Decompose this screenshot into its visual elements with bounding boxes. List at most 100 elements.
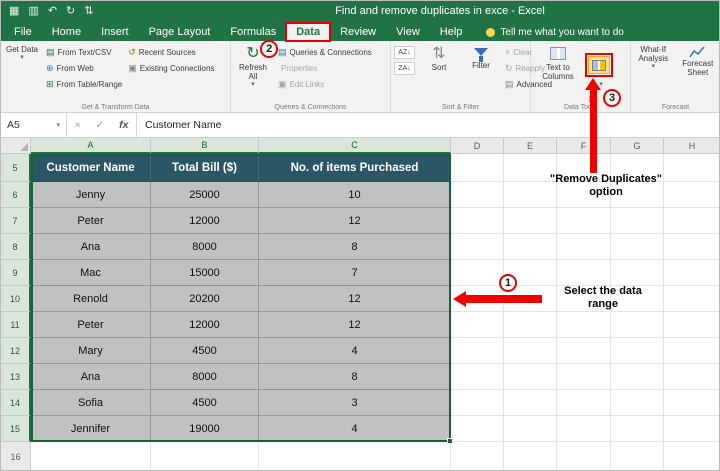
cell-bill[interactable]: 20200 [151,286,259,312]
cell[interactable] [664,442,720,471]
row-header[interactable]: 16 [1,442,31,471]
column-header-b[interactable]: B [151,138,259,154]
tab-home[interactable]: Home [42,23,91,41]
cell-bill[interactable]: 25000 [151,182,259,208]
cell-bill[interactable]: 4500 [151,338,259,364]
from-text-csv-button[interactable]: ▤ From Text/CSV [46,46,122,59]
cell[interactable] [451,364,504,390]
get-data-button[interactable]: Get Data ▾ [4,43,40,64]
cell-items[interactable]: 10 [259,182,451,208]
cell-items[interactable]: 7 [259,260,451,286]
cell[interactable] [664,338,720,364]
cell[interactable] [664,312,720,338]
forecast-sheet-button[interactable]: Forecast Sheet [679,43,718,79]
text-to-columns-button[interactable]: Text to Columns [534,43,582,83]
row-header[interactable]: 14 [1,390,31,416]
remove-duplicates-button[interactable] [588,56,610,74]
cell[interactable] [504,416,557,442]
cell[interactable] [557,364,611,390]
tab-formulas[interactable]: Formulas [220,23,286,41]
cell[interactable] [31,442,151,471]
column-header-e[interactable]: E [504,138,557,154]
tab-page-layout[interactable]: Page Layout [139,23,221,41]
cell[interactable] [611,364,664,390]
cell[interactable] [504,312,557,338]
row-header[interactable]: 12 [1,338,31,364]
cell[interactable] [557,260,611,286]
cell-items[interactable]: 4 [259,338,451,364]
cell-items[interactable]: 4 [259,416,451,442]
tab-help[interactable]: Help [430,23,473,41]
cell[interactable] [664,234,720,260]
cell-items[interactable]: 12 [259,208,451,234]
cell[interactable] [451,416,504,442]
cell[interactable] [557,390,611,416]
queries-connections-button[interactable]: ▤ Queries & Connections [278,46,372,59]
cell-bill[interactable]: 12000 [151,208,259,234]
cell[interactable] [611,442,664,471]
cell-items[interactable]: 8 [259,234,451,260]
column-header-a[interactable]: A [31,138,151,154]
from-web-button[interactable]: ⊕ From Web [46,62,122,75]
from-table-range-button[interactable]: ⊞ From Table/Range [46,78,122,91]
save-icon[interactable]: ▥ [28,4,38,18]
cell[interactable] [451,390,504,416]
cell-items[interactable]: 3 [259,390,451,416]
cell[interactable] [504,338,557,364]
cell-name[interactable]: Sofia [31,390,151,416]
column-header-h[interactable]: H [664,138,720,154]
cell[interactable] [611,260,664,286]
tab-file[interactable]: File [4,23,42,41]
cell[interactable] [664,416,720,442]
cell[interactable] [611,234,664,260]
cell-name[interactable]: Jenny [31,182,151,208]
formula-input[interactable]: Customer Name [137,113,719,137]
cell-bill[interactable]: 15000 [151,260,259,286]
cell[interactable] [504,208,557,234]
sort-ascending-button[interactable]: AZ↓ [394,46,415,59]
table-header-total-bill[interactable]: Total Bill ($) [151,154,259,182]
cell[interactable] [451,312,504,338]
cell[interactable] [664,390,720,416]
cell-bill[interactable]: 4500 [151,390,259,416]
sort-icon[interactable]: ⇅ [84,4,93,18]
name-box[interactable]: A5 ▾ [1,113,67,137]
cell[interactable] [557,234,611,260]
column-header-g[interactable]: G [611,138,664,154]
cell-name[interactable]: Peter [31,312,151,338]
cell[interactable] [557,442,611,471]
row-header[interactable]: 13 [1,364,31,390]
cell[interactable] [664,364,720,390]
cell[interactable] [504,364,557,390]
row-header[interactable]: 15 [1,416,31,442]
cell[interactable] [451,208,504,234]
cell-bill[interactable]: 12000 [151,312,259,338]
enter-icon[interactable]: ✓ [95,119,104,131]
tab-insert[interactable]: Insert [91,23,139,41]
cell-name[interactable]: Ana [31,364,151,390]
cell[interactable] [451,154,504,182]
cell[interactable] [504,390,557,416]
row-header[interactable]: 11 [1,312,31,338]
what-if-analysis-button[interactable]: What-If Analysis ▾ [634,43,673,73]
table-header-customer-name[interactable]: Customer Name [31,154,151,182]
cancel-icon[interactable]: × [74,119,80,131]
cell[interactable] [611,338,664,364]
filter-button[interactable]: Filter [463,43,499,72]
cell-bill[interactable]: 8000 [151,364,259,390]
cell[interactable] [557,416,611,442]
cell-name[interactable]: Mary [31,338,151,364]
insert-function-icon[interactable]: fx [119,119,128,131]
row-header[interactable]: 8 [1,234,31,260]
column-header-d[interactable]: D [451,138,504,154]
cell[interactable] [504,234,557,260]
recent-sources-button[interactable]: ↺ Recent Sources [128,46,214,59]
cell-items[interactable]: 12 [259,286,451,312]
cell[interactable] [664,260,720,286]
cell-name[interactable]: Jennifer [31,416,151,442]
cell[interactable] [151,442,259,471]
row-header[interactable]: 6 [1,182,31,208]
cell-bill[interactable]: 8000 [151,234,259,260]
cell-name[interactable]: Renold [31,286,151,312]
cell[interactable] [451,442,504,471]
